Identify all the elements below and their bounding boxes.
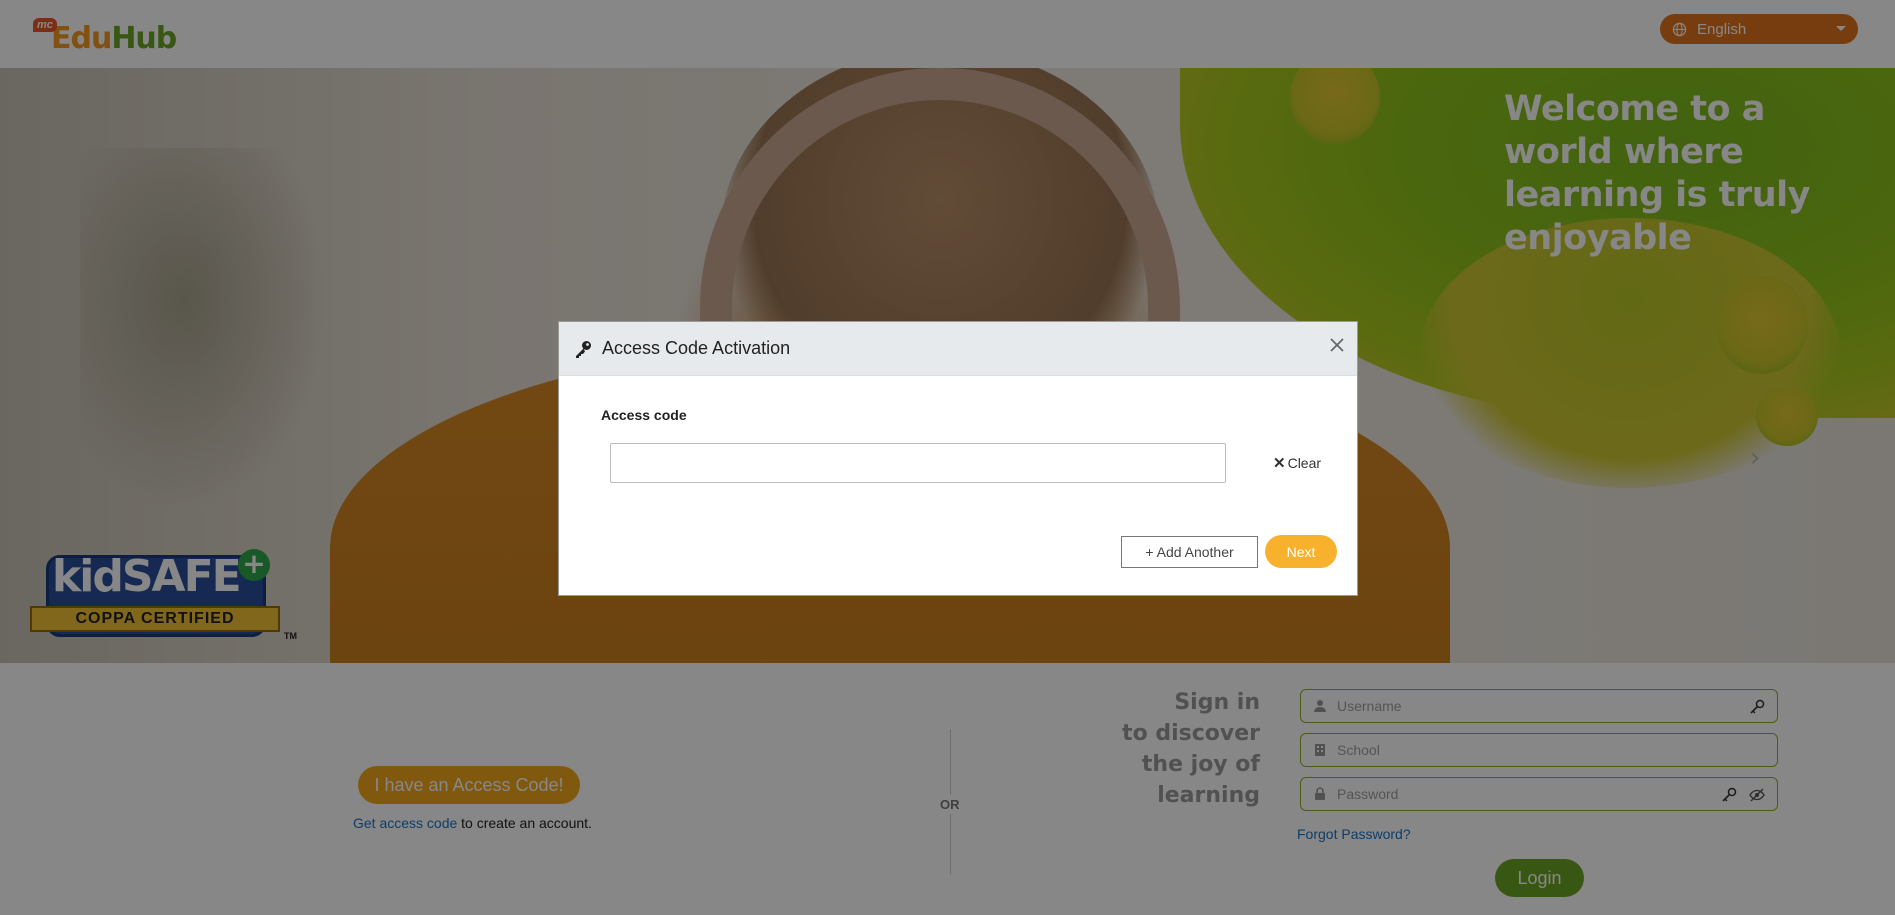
add-another-button[interactable]: + Add Another <box>1121 536 1258 568</box>
modal-header: Access Code Activation <box>559 322 1357 376</box>
close-icon[interactable] <box>1327 335 1347 355</box>
access-code-input[interactable] <box>610 443 1226 483</box>
clear-label: Clear <box>1287 455 1322 471</box>
access-code-modal: Access Code Activation Access code ✕ Cle… <box>558 321 1358 596</box>
next-button[interactable]: Next <box>1265 535 1337 568</box>
modal-body: Access code ✕ Clear + Add Another Next <box>559 376 1357 597</box>
clear-button[interactable]: ✕ Clear <box>1273 454 1321 472</box>
close-icon: ✕ <box>1273 455 1286 472</box>
key-icon <box>576 340 591 358</box>
access-code-label: Access code <box>601 407 687 423</box>
modal-title: Access Code Activation <box>602 338 791 358</box>
